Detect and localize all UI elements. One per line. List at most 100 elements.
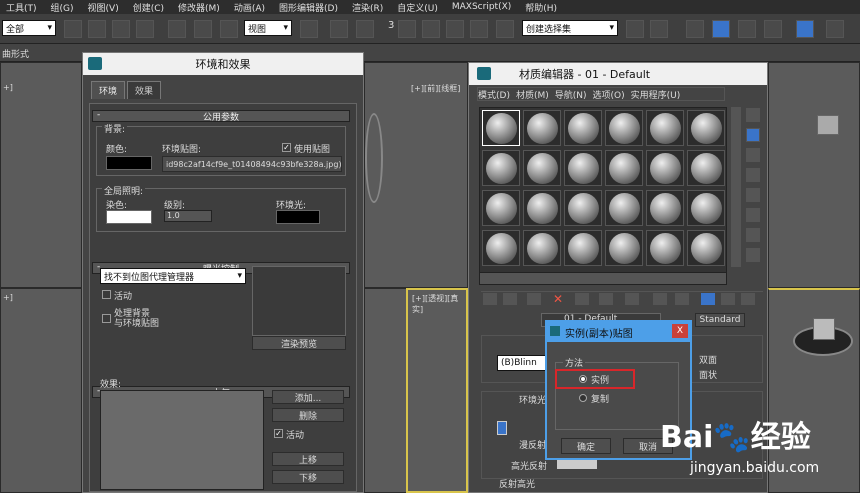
sample-slot[interactable] (482, 110, 520, 146)
mat-menu-options[interactable]: 选项(O) (593, 88, 625, 101)
mat-titlebar[interactable]: 材质编辑器 - 01 - Default (469, 63, 767, 85)
copy-radio[interactable] (579, 394, 587, 402)
menu-animation[interactable]: 动画(A) (234, 1, 265, 14)
menu-customize[interactable]: 自定义(U) (397, 1, 438, 14)
go-forward-sibling-icon[interactable] (741, 293, 755, 305)
sample-slot[interactable] (564, 110, 602, 146)
sample-slot[interactable] (687, 110, 725, 146)
sample-slot[interactable] (523, 230, 561, 266)
sample-slot[interactable] (687, 230, 725, 266)
percent-snap-icon[interactable] (446, 20, 464, 38)
ok-button[interactable]: 确定 (561, 438, 611, 454)
menu-graph-editors[interactable]: 图形编辑器(D) (279, 1, 338, 14)
add-effect-button[interactable]: 添加... (272, 390, 344, 404)
sample-slot[interactable] (564, 150, 602, 186)
sample-slot[interactable] (687, 190, 725, 226)
reference-coordinate-select[interactable]: 视图 ▾ (244, 20, 292, 36)
window-crossing-icon[interactable] (136, 20, 154, 38)
env-titlebar[interactable]: 环境和效果 (83, 53, 363, 75)
sample-slot[interactable] (523, 190, 561, 226)
options-icon[interactable] (746, 228, 760, 242)
close-icon[interactable]: X (672, 324, 688, 338)
material-id-icon[interactable] (653, 293, 667, 305)
menu-modifiers[interactable]: 修改器(M) (178, 1, 220, 14)
viewport-bottom-left[interactable]: +] (0, 288, 82, 493)
curve-editor-icon[interactable] (738, 20, 756, 38)
reset-map-icon[interactable]: ✕ (553, 293, 567, 305)
move-up-button[interactable]: 上移 (272, 452, 344, 466)
sample-slot[interactable] (605, 110, 643, 146)
sample-slot[interactable] (687, 150, 725, 186)
instance-radio[interactable] (579, 375, 587, 383)
sample-slot[interactable] (523, 150, 561, 186)
named-selection-set-select[interactable]: 创建选择集 ▾ (522, 20, 618, 36)
select-region-icon[interactable] (112, 20, 130, 38)
show-end-result-icon[interactable] (701, 293, 715, 305)
render-preview-button[interactable]: 渲染预览 (252, 336, 346, 350)
slots-vertical-scrollbar[interactable] (731, 107, 741, 267)
unlink-icon[interactable] (88, 20, 106, 38)
sample-slot[interactable] (646, 150, 684, 186)
schematic-view-icon[interactable] (764, 20, 782, 38)
spinner-snap-icon[interactable] (470, 20, 488, 38)
sample-slot[interactable] (482, 150, 520, 186)
level-spinner[interactable]: 1.0 (164, 210, 212, 222)
material-editor-icon[interactable] (796, 20, 814, 38)
move-icon[interactable] (168, 20, 186, 38)
snap-toggle-label[interactable]: 3 (388, 20, 394, 31)
material-type-button[interactable]: Standard (695, 313, 745, 327)
use-map-checkbox[interactable]: ✓ (282, 143, 291, 152)
popup-titlebar[interactable]: 实例(副本)贴图 X (547, 322, 690, 342)
backlight-icon[interactable] (746, 128, 760, 142)
sample-slot[interactable] (564, 230, 602, 266)
keyboard-shortcut-icon[interactable] (356, 20, 374, 38)
show-map-icon[interactable] (675, 293, 689, 305)
viewport-perspective[interactable]: [+][透视][真实] (406, 288, 468, 493)
tab-environment[interactable]: 环境 (91, 81, 126, 99)
sample-slot[interactable] (482, 190, 520, 226)
layer-manager-icon[interactable] (686, 20, 704, 38)
make-preview-icon[interactable] (746, 208, 760, 222)
make-unique-icon[interactable] (599, 293, 613, 305)
mat-menu-modes[interactable]: 模式(D) (478, 88, 510, 101)
pivot-icon[interactable] (300, 20, 318, 38)
sample-uv-icon[interactable] (746, 168, 760, 182)
slots-scrollbar[interactable] (480, 272, 726, 284)
edit-named-selection-icon[interactable] (496, 20, 514, 38)
mat-menu-navigation[interactable]: 导航(N) (555, 88, 587, 101)
put-to-library-icon[interactable] (625, 293, 639, 305)
common-params-rollout[interactable]: - 公用参数 (92, 110, 350, 123)
sample-slot[interactable] (564, 190, 602, 226)
align-icon[interactable] (650, 20, 668, 38)
sample-slot[interactable] (646, 190, 684, 226)
viewport-right-top[interactable] (768, 62, 860, 288)
background-color-swatch[interactable] (106, 156, 152, 170)
sample-slot[interactable] (605, 150, 643, 186)
graphite-toggle-icon[interactable] (712, 20, 730, 38)
viewport-front[interactable]: [+][前][线框] (364, 62, 468, 288)
video-color-check-icon[interactable] (746, 188, 760, 202)
snap-icon[interactable] (398, 20, 416, 38)
active-checkbox[interactable] (102, 290, 111, 299)
get-material-icon[interactable] (483, 293, 497, 305)
sample-slot[interactable] (523, 110, 561, 146)
sample-slot[interactable] (646, 230, 684, 266)
sample-slot[interactable] (482, 230, 520, 266)
move-down-button[interactable]: 下移 (272, 470, 344, 484)
env-map-button[interactable]: id98c2af14cf9e_t01408494c93bfe328a.jpg) (162, 156, 342, 172)
menu-views[interactable]: 视图(V) (88, 1, 119, 14)
scale-icon[interactable] (220, 20, 238, 38)
delete-effect-button[interactable]: 删除 (272, 408, 344, 422)
tint-color-swatch[interactable] (106, 210, 152, 224)
menu-rendering[interactable]: 渲染(R) (352, 1, 383, 14)
ambient-color-swatch[interactable] (276, 210, 320, 224)
process-bg-checkbox[interactable] (102, 314, 111, 323)
lock-ambient-icon[interactable] (497, 421, 507, 435)
mirror-icon[interactable] (626, 20, 644, 38)
effects-list[interactable] (100, 390, 264, 490)
select-by-material-icon[interactable] (746, 248, 760, 262)
menu-group[interactable]: 组(G) (51, 1, 74, 14)
sample-slot[interactable] (605, 190, 643, 226)
exposure-select[interactable]: 找不到位图代理管理器 ▾ (100, 268, 246, 284)
select-link-icon[interactable] (64, 20, 82, 38)
